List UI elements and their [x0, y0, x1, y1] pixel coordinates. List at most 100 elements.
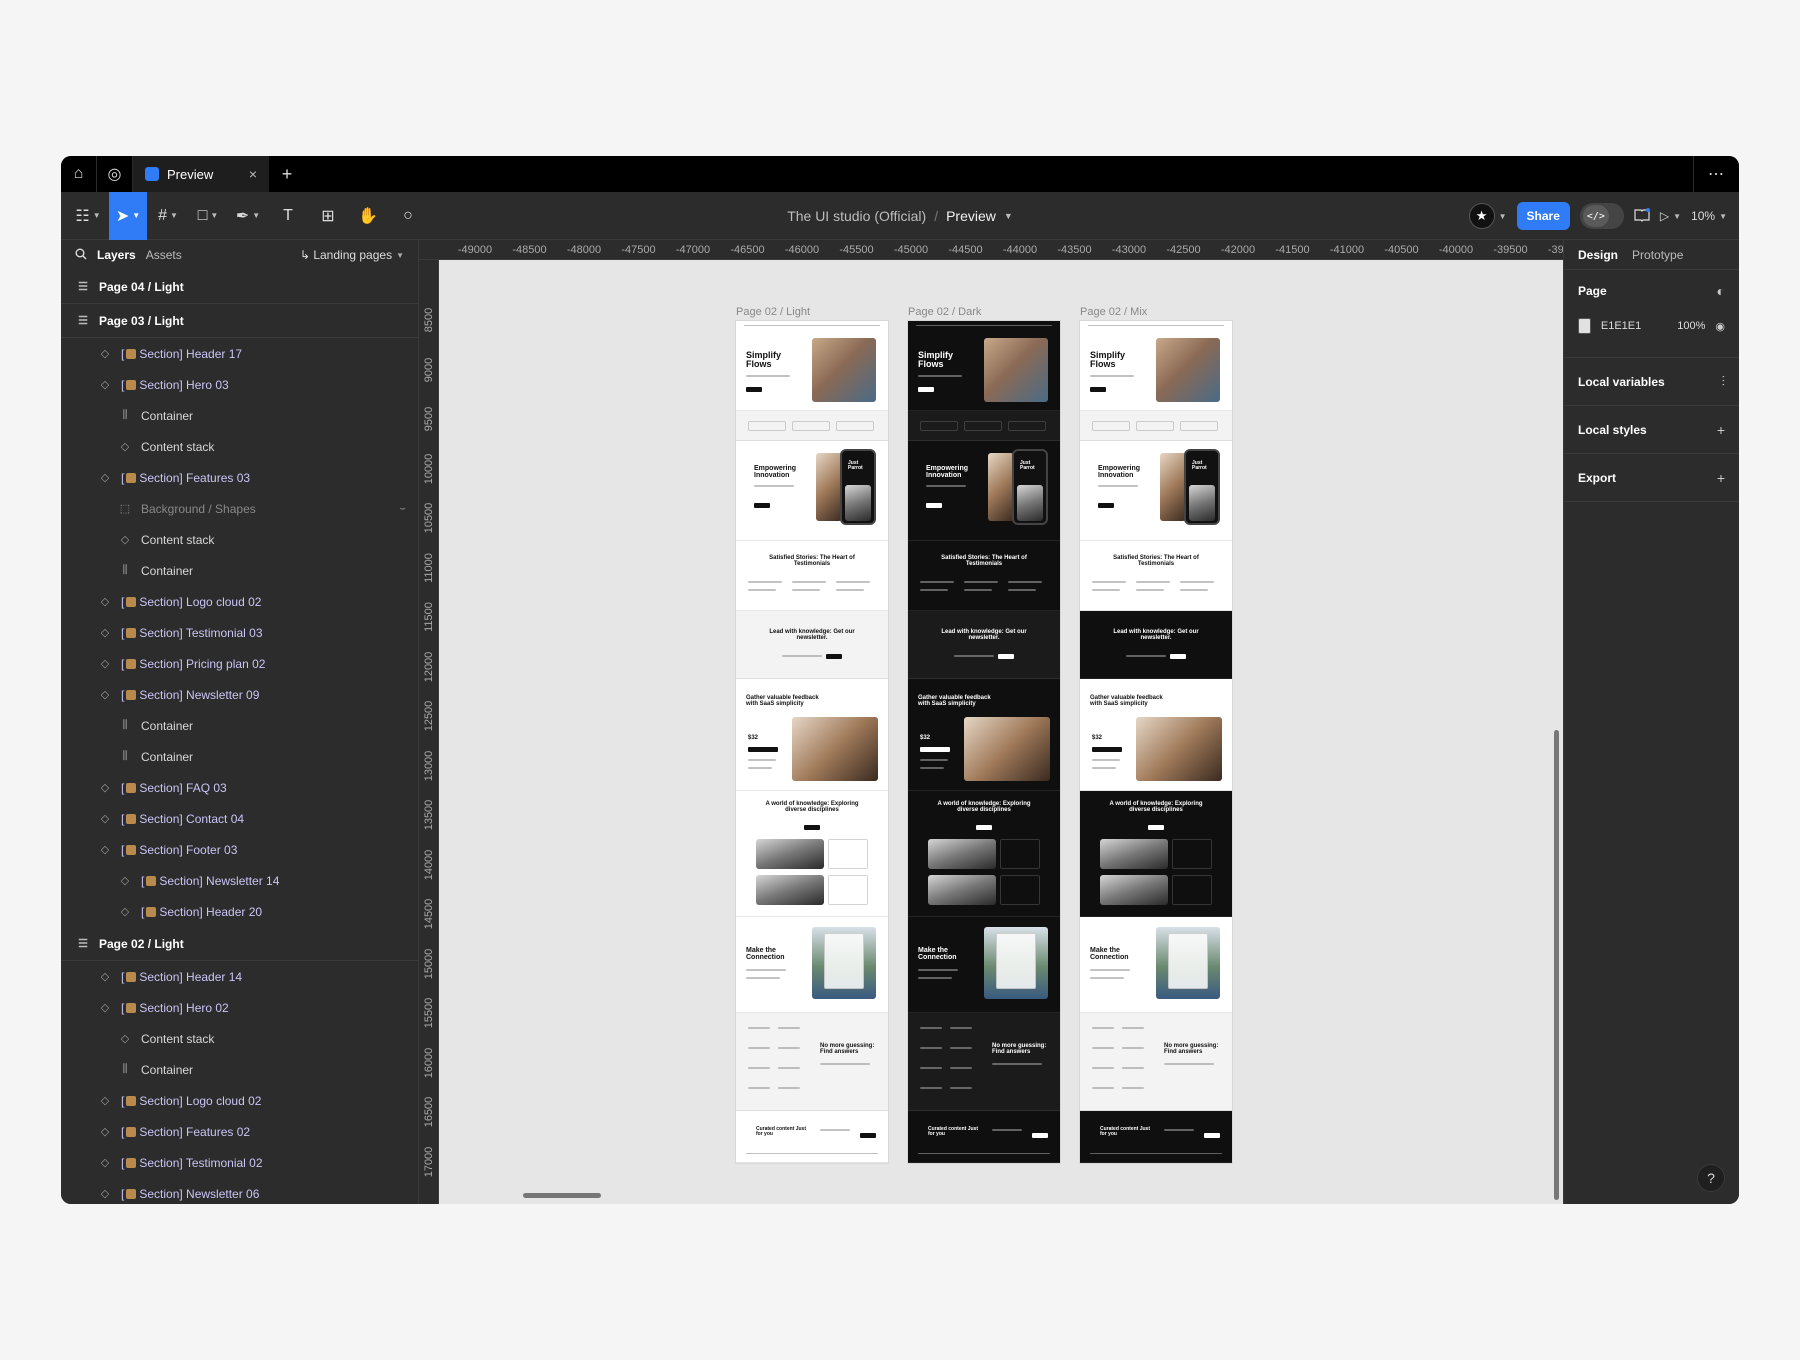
- resources-button[interactable]: ⊞: [309, 192, 347, 240]
- frame-label[interactable]: Page 02 / Light: [736, 306, 810, 318]
- layer-row[interactable]: ◇ [Section] Logo cloud 02: [61, 1085, 418, 1116]
- layer-page-row[interactable]: ☰ Page 02 / Light: [61, 927, 418, 961]
- cta-button: [1092, 747, 1122, 752]
- layer-page-row[interactable]: ☰ Page 04 / Light: [61, 270, 418, 304]
- dev-mode-toggle[interactable]: </>: [1579, 203, 1624, 229]
- zoom-menu[interactable]: 10% ▼: [1691, 209, 1727, 223]
- main-menu-button[interactable]: ☷ ▼: [69, 192, 107, 240]
- library-button[interactable]: [1634, 207, 1650, 225]
- hero-heading: Simplify Flows: [1090, 350, 1126, 370]
- layer-row[interactable]: ◇ Content stack: [61, 1023, 418, 1054]
- layer-row[interactable]: ◇ [Section] Testimonial 03: [61, 617, 418, 648]
- local-variables-label[interactable]: Local variables: [1578, 375, 1665, 389]
- layer-row[interactable]: ⫼ Container: [61, 1054, 418, 1085]
- layer-row[interactable]: ◇ [Section] Newsletter 14: [61, 865, 418, 896]
- file-tab[interactable]: Preview ×: [133, 156, 269, 192]
- layer-row[interactable]: ⬚ Background / Shapes ⌣: [61, 493, 418, 524]
- shape-tool-button[interactable]: □ ▼: [189, 192, 227, 240]
- layer-row[interactable]: ◇ [Section] FAQ 03: [61, 772, 418, 803]
- eye-closed-icon[interactable]: ⌣: [399, 503, 406, 514]
- layer-row[interactable]: ◇ [Section] Contact 04: [61, 803, 418, 834]
- current-page-name[interactable]: Preview: [946, 208, 996, 224]
- home-icon[interactable]: ⌂: [61, 156, 97, 192]
- layer-row[interactable]: ◇ [Section] Hero 03: [61, 369, 418, 400]
- layer-row[interactable]: ⫼ Container: [61, 710, 418, 741]
- text-line: [1164, 1129, 1194, 1131]
- layer-page-row[interactable]: ☰ Page 03 / Light: [61, 304, 418, 338]
- package-icon: [126, 1002, 137, 1013]
- layer-row[interactable]: ◇ [Section] Header 20: [61, 896, 418, 927]
- page-section: Page ◐ E1E1E1 100% ◉: [1564, 270, 1739, 358]
- layer-row[interactable]: ◇ [Section] Header 14: [61, 961, 418, 992]
- canvas-horizontal-scrollbar[interactable]: [523, 1193, 601, 1198]
- comment-tool-button[interactable]: ○: [389, 192, 427, 240]
- sliders-icon[interactable]: ⫶: [1722, 373, 1726, 390]
- community-icon[interactable]: ◎: [97, 156, 133, 192]
- layer-row[interactable]: ◇ [Section] Features 03: [61, 462, 418, 493]
- layer-row[interactable]: ◇ [Section] Features 02: [61, 1116, 418, 1147]
- bracket: [: [121, 594, 125, 609]
- page-frame[interactable]: Simplify Flows Empowering Innovation Just …: [1080, 321, 1232, 1163]
- hand-tool-button[interactable]: ✋: [349, 192, 387, 240]
- move-tool-button[interactable]: ➤ ▼: [109, 191, 147, 240]
- pages-switcher[interactable]: ↳ Landing pages ▼: [300, 248, 404, 262]
- add-icon[interactable]: +: [1717, 470, 1725, 486]
- faq-item: [778, 1067, 800, 1069]
- more-icon[interactable]: ⋯: [1693, 156, 1739, 192]
- search-icon[interactable]: [75, 248, 87, 263]
- faq-item: [748, 1027, 770, 1029]
- user-avatar-button[interactable]: ★ ▼: [1468, 203, 1507, 229]
- layer-row[interactable]: ◇ [Section] Logo cloud 02: [61, 586, 418, 617]
- page-frame[interactable]: Simplify Flows Empowering Innovation Just …: [736, 321, 888, 1163]
- layer-row[interactable]: ◇ [Section] Newsletter 06: [61, 1178, 418, 1204]
- package-icon: [146, 875, 157, 886]
- canvas-vertical-scrollbar[interactable]: [1554, 730, 1559, 1200]
- autolayout-icon: ⫼: [122, 409, 128, 421]
- layer-row[interactable]: ◇ [Section] Footer 03: [61, 834, 418, 865]
- layers-panel-header: Layers Assets ↳ Landing pages ▼: [61, 240, 418, 270]
- pen-tool-button[interactable]: ✒ ▼: [229, 192, 267, 240]
- add-icon[interactable]: +: [1717, 422, 1725, 438]
- close-icon[interactable]: ×: [249, 166, 257, 182]
- layer-row[interactable]: ⫼ Container: [61, 555, 418, 586]
- contact-form: [996, 933, 1036, 989]
- package-icon: [126, 627, 137, 638]
- fill-opacity-input[interactable]: 100%: [1677, 320, 1705, 332]
- package-icon: [126, 348, 137, 359]
- team-name[interactable]: The UI studio (Official): [787, 208, 926, 224]
- share-button[interactable]: Share: [1516, 202, 1570, 230]
- present-button[interactable]: ▷ ▼: [1660, 209, 1681, 223]
- page-frame[interactable]: Simplify Flows Empowering Innovation Just …: [908, 321, 1060, 1163]
- page-section-title: Page: [1578, 284, 1607, 298]
- chevron-down-icon[interactable]: ▼: [1004, 211, 1013, 221]
- layer-row[interactable]: ◇ Content stack: [61, 431, 418, 462]
- layer-row[interactable]: ◇ Content stack: [61, 524, 418, 555]
- faq-item: [950, 1087, 972, 1089]
- frame-label[interactable]: Page 02 / Mix: [1080, 306, 1147, 318]
- layer-row[interactable]: ◇ [Section] Header 17: [61, 338, 418, 369]
- layer-row[interactable]: ◇ [Section] Pricing plan 02: [61, 648, 418, 679]
- styles-icon[interactable]: ◐: [1717, 283, 1725, 299]
- new-tab-button[interactable]: +: [269, 156, 305, 192]
- layer-row[interactable]: ⫼ Container: [61, 400, 418, 431]
- ruler-tick-label: 14500: [423, 898, 435, 930]
- frame-label[interactable]: Page 02 / Dark: [908, 306, 981, 318]
- tab-design[interactable]: Design: [1578, 248, 1618, 262]
- layer-row[interactable]: ◇ [Section] Testimonial 02: [61, 1147, 418, 1178]
- tab-layers[interactable]: Layers: [97, 248, 136, 262]
- frame-tool-button[interactable]: # ▼: [149, 192, 187, 240]
- ruler-tick-label: 11000: [423, 552, 435, 583]
- fill-hex-input[interactable]: E1E1E1: [1601, 320, 1641, 332]
- fill-swatch[interactable]: [1578, 318, 1591, 334]
- layer-label: Section] Header 20: [159, 904, 263, 919]
- eye-icon[interactable]: ◉: [1715, 320, 1725, 333]
- help-button[interactable]: ?: [1697, 1164, 1725, 1192]
- cta-button: [1098, 503, 1114, 508]
- tab-assets[interactable]: Assets: [146, 248, 182, 262]
- text-tool-button[interactable]: T: [269, 192, 307, 240]
- canvas[interactable]: Page 02 / Light Simplify Flows Empowering …: [439, 260, 1563, 1204]
- layer-row[interactable]: ◇ [Section] Newsletter 09: [61, 679, 418, 710]
- layer-row[interactable]: ⫼ Container: [61, 741, 418, 772]
- tab-prototype[interactable]: Prototype: [1632, 248, 1683, 262]
- layer-row[interactable]: ◇ [Section] Hero 02: [61, 992, 418, 1023]
